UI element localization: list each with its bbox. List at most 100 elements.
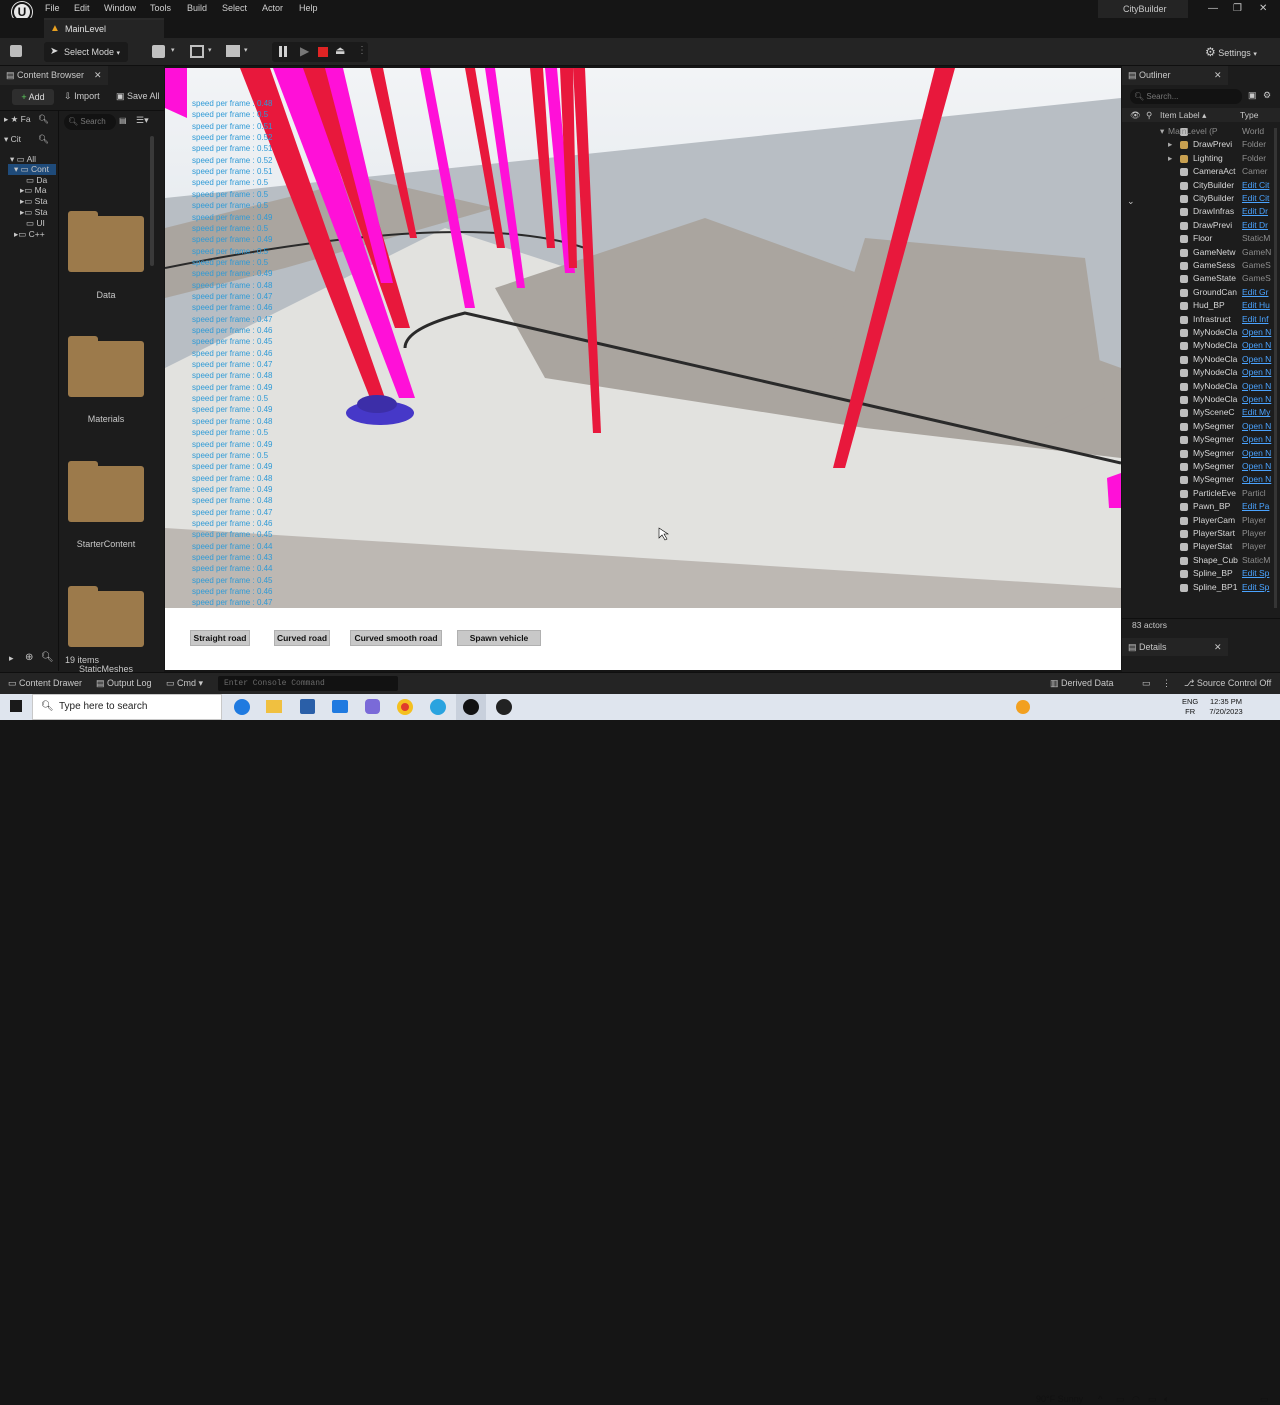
folder-icon[interactable]: [68, 461, 144, 522]
chevron-up-icon[interactable]: ^: [1098, 1394, 1102, 1404]
outliner-item-type[interactable]: Open N: [1242, 380, 1272, 393]
add-button[interactable]: + Add: [12, 89, 54, 105]
outliner-item-type[interactable]: Edit Cit: [1242, 192, 1272, 205]
mail-icon[interactable]: [332, 700, 348, 713]
outliner-row[interactable]: MyNodeCla Open N: [1122, 353, 1272, 366]
outliner-item-type[interactable]: Open N: [1242, 326, 1272, 339]
chrome-icon[interactable]: [397, 699, 413, 715]
chevron-down-icon[interactable]: ▾: [171, 46, 175, 54]
settings-icon[interactable]: ⚙: [1263, 90, 1271, 101]
add-actor-icon[interactable]: [152, 45, 165, 58]
outliner-row[interactable]: GameState GameS: [1122, 272, 1272, 285]
outliner-item-type[interactable]: Edit Inf: [1242, 313, 1272, 326]
content-browser-tab[interactable]: ▤ Content Browser ✕: [0, 66, 108, 85]
windows-start-icon[interactable]: [10, 700, 22, 712]
close-window-icon[interactable]: ✕: [1259, 3, 1267, 14]
outliner-item-type[interactable]: Open N: [1242, 353, 1272, 366]
outliner-row[interactable]: ▸ DrawPrevi Folder: [1122, 138, 1272, 151]
menu-help[interactable]: Help: [299, 3, 318, 13]
search-input[interactable]: 🔍︎ Search: [64, 114, 116, 130]
outliner-row[interactable]: PlayerCam Player: [1122, 514, 1272, 527]
outliner-item-type[interactable]: Open N: [1242, 473, 1272, 486]
outliner-row[interactable]: Pawn_BP Edit Pa: [1122, 500, 1272, 513]
more-icon[interactable]: ⋮: [357, 45, 367, 56]
settings-button[interactable]: ⚙ Settings ▾: [1205, 43, 1275, 61]
scrollbar[interactable]: [1274, 128, 1277, 608]
outliner-row[interactable]: MyNodeCla Open N: [1122, 366, 1272, 379]
add-circle-icon[interactable]: ⊕: [25, 652, 33, 663]
minimize-icon[interactable]: —: [1208, 3, 1218, 14]
cmd-dropdown[interactable]: ▭ Cmd ▾: [166, 678, 203, 689]
sort-icon[interactable]: ☰▾: [136, 115, 149, 126]
outliner-row[interactable]: MyNodeCla Open N: [1122, 393, 1272, 406]
pause-icon[interactable]: [279, 46, 282, 57]
store-icon[interactable]: [300, 699, 315, 714]
outliner-item-type[interactable]: Open N: [1242, 366, 1272, 379]
filter-icon[interactable]: ▤: [119, 116, 127, 125]
item-label-column[interactable]: Item Label ▴: [1160, 108, 1206, 122]
expand-arrow-icon[interactable]: ▸: [1168, 138, 1172, 151]
weather-text[interactable]: 90°F Sunny: [1036, 1394, 1083, 1404]
menu-edit[interactable]: Edit: [74, 3, 90, 13]
outliner-item-type[interactable]: Edit Dr: [1242, 219, 1272, 232]
tree-item-starter[interactable]: ▸▭ Sta: [20, 196, 47, 207]
search-icon[interactable]: 🔍︎: [38, 134, 49, 145]
outliner-row[interactable]: ▾ MainLevel (P World: [1122, 125, 1272, 138]
blueprint-icon[interactable]: [190, 45, 204, 58]
outliner-item-type[interactable]: Edit Cit: [1242, 179, 1272, 192]
outliner-item-type[interactable]: Open N: [1242, 460, 1272, 473]
visibility-icon[interactable]: 👁︎: [1130, 108, 1141, 122]
app-icon[interactable]: [496, 699, 512, 715]
outliner-row[interactable]: Floor StaticM: [1122, 232, 1272, 245]
outliner-item-type[interactable]: Open N: [1242, 339, 1272, 352]
folder-icon[interactable]: [68, 336, 144, 397]
outliner-row[interactable]: MySegmer Open N: [1122, 420, 1272, 433]
outliner-item-type[interactable]: Edit Sp: [1242, 581, 1272, 594]
volume-icon[interactable]: 🔈︎: [1164, 1394, 1169, 1405]
wifi-icon[interactable]: ◠: [1132, 1394, 1140, 1405]
outliner-row[interactable]: Shape_Cub StaticM: [1122, 554, 1272, 567]
outliner-row[interactable]: MySegmer Open N: [1122, 460, 1272, 473]
file-explorer-icon[interactable]: [266, 700, 282, 713]
tree-item-content[interactable]: ▾ ▭ Cont: [8, 164, 56, 175]
taskbar-active-app[interactable]: [456, 694, 486, 720]
clock[interactable]: 12:35 PM 7/20/2023: [1204, 697, 1248, 717]
outliner-item-type[interactable]: Edit My: [1242, 406, 1272, 419]
spawn-vehicle-button[interactable]: Spawn vehicle: [457, 630, 541, 646]
outliner-row[interactable]: ▸ Lighting Folder: [1122, 152, 1272, 165]
outliner-row[interactable]: MyNodeCla Open N: [1122, 326, 1272, 339]
menu-select[interactable]: Select: [222, 3, 247, 13]
outliner-row[interactable]: Hud_BP Edit Hu: [1122, 299, 1272, 312]
outliner-row[interactable]: MySceneC Edit My: [1122, 406, 1272, 419]
outliner-item-type[interactable]: Edit Pa: [1242, 500, 1272, 513]
outliner-item-type[interactable]: Open N: [1242, 433, 1272, 446]
chevron-down-icon[interactable]: ▾: [208, 46, 212, 54]
outliner-row[interactable]: GameSess GameS: [1122, 259, 1272, 272]
stop-icon[interactable]: [318, 47, 328, 57]
folder-icon[interactable]: [68, 586, 144, 647]
menu-window[interactable]: Window: [104, 3, 136, 13]
select-mode-button[interactable]: ➤ Select Mode ▾: [44, 42, 128, 62]
outliner-row[interactable]: CityBuilder Edit Cit: [1122, 192, 1272, 205]
notification-icon[interactable]: ▭: [1142, 678, 1151, 689]
outliner-row[interactable]: CameraAct Camer: [1122, 165, 1272, 178]
save-all-button[interactable]: ▣ Save All: [116, 91, 160, 102]
details-tab[interactable]: ▤ Details ✕: [1122, 638, 1228, 656]
outliner-item-type[interactable]: Edit Gr: [1242, 286, 1272, 299]
outliner-row[interactable]: DrawInfras Edit Dr: [1122, 205, 1272, 218]
outliner-tab[interactable]: ▤ Outliner ✕: [1122, 66, 1228, 85]
folder-icon[interactable]: [68, 211, 144, 272]
outliner-row[interactable]: Spline_BP1 Edit Sp: [1122, 581, 1272, 594]
expand-icon[interactable]: ▸: [9, 653, 14, 664]
outliner-row[interactable]: GameNetw GameN: [1122, 246, 1272, 259]
scrollbar[interactable]: [150, 136, 154, 266]
tree-item-materials[interactable]: ▸▭ Ma: [20, 185, 46, 196]
outliner-row[interactable]: ParticleEve Particl: [1122, 487, 1272, 500]
outliner-row[interactable]: CityBuilder Edit Cit: [1122, 179, 1272, 192]
outliner-item-type[interactable]: Edit Sp: [1242, 567, 1272, 580]
language-indicator[interactable]: ENG FR: [1182, 697, 1198, 717]
expand-arrow-icon[interactable]: ▸: [1168, 152, 1172, 165]
tree-item-ui[interactable]: ▭ UI: [26, 218, 45, 229]
add-folder-icon[interactable]: ▣: [1248, 90, 1257, 101]
outliner-row[interactable]: MyNodeCla Open N: [1122, 380, 1272, 393]
